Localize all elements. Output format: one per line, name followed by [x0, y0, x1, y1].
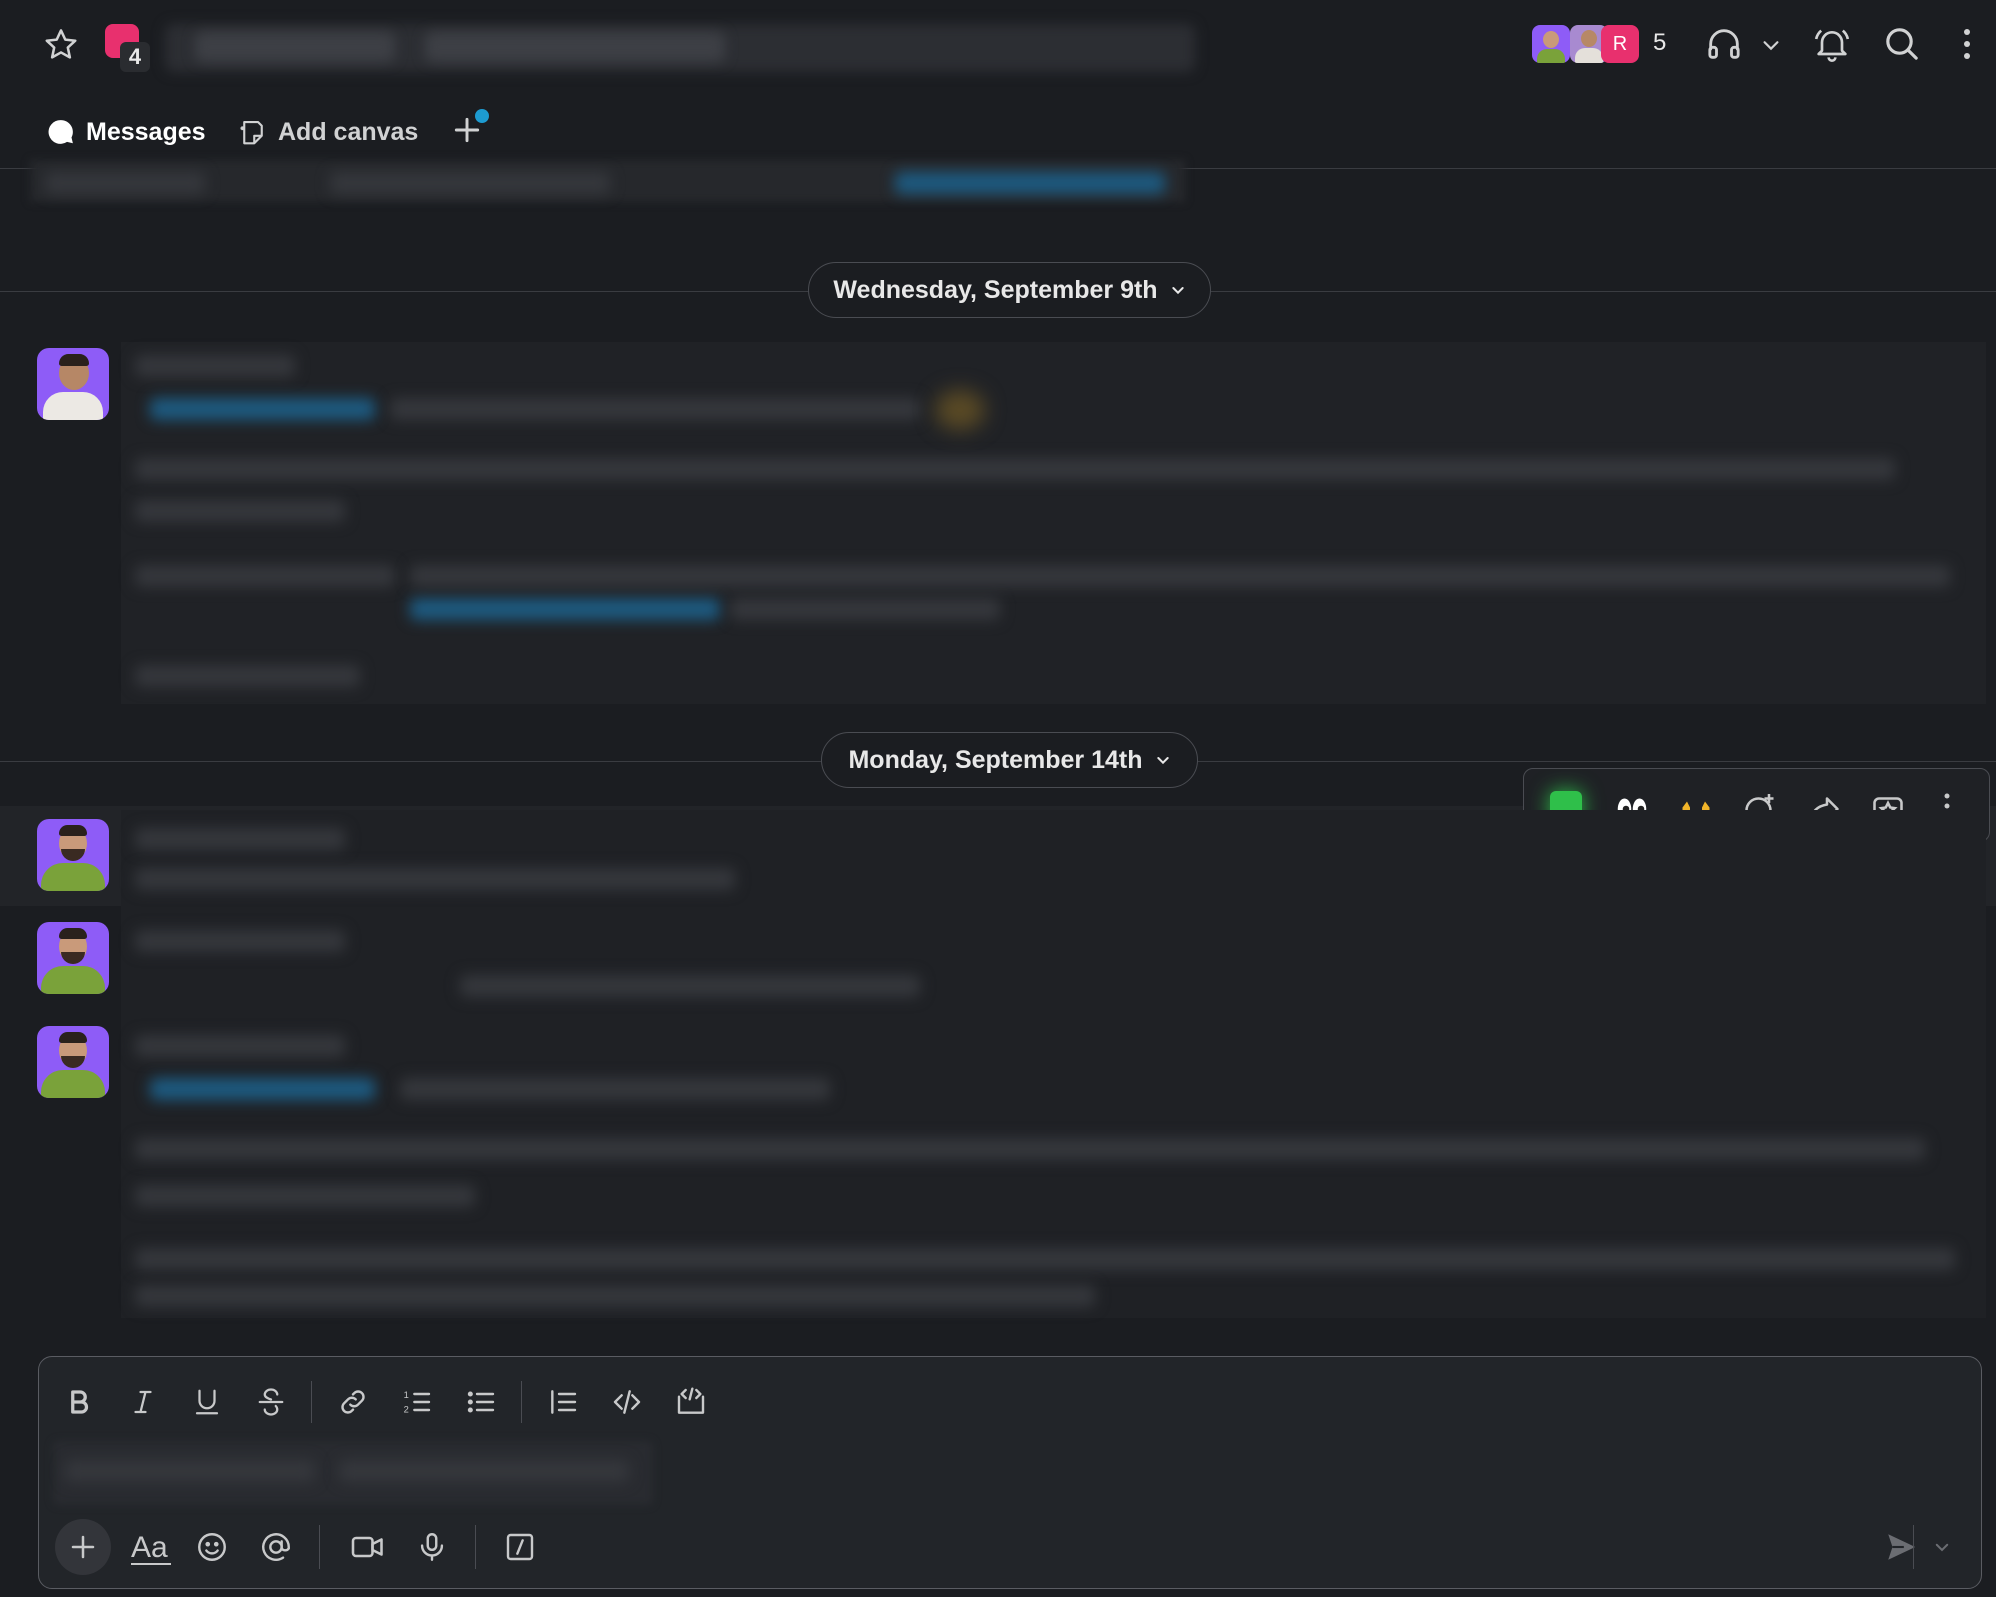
underline-icon[interactable]: [187, 1382, 227, 1422]
link-icon[interactable]: [333, 1382, 373, 1422]
code-block-icon[interactable]: [671, 1382, 711, 1422]
channel-tabs: Messages Add canvas: [0, 92, 1996, 169]
bold-icon[interactable]: [59, 1382, 99, 1422]
day-divider-monday[interactable]: Monday, September 14th: [821, 732, 1198, 788]
avatar[interactable]: [37, 819, 109, 891]
star-icon[interactable]: [42, 26, 80, 64]
day-divider-label: Monday, September 14th: [848, 745, 1143, 774]
avatar[interactable]: [37, 1026, 109, 1098]
video-icon[interactable]: [348, 1527, 388, 1567]
microphone-icon[interactable]: [412, 1527, 452, 1567]
search-icon[interactable]: [1882, 24, 1922, 64]
message-composer: 12 Aa: [38, 1356, 1982, 1589]
bulleted-list-icon[interactable]: [461, 1382, 501, 1422]
headphones-icon[interactable]: [1704, 24, 1744, 64]
send-icon[interactable]: [1881, 1527, 1921, 1567]
chevron-down-icon[interactable]: [1929, 1527, 1955, 1567]
mention-icon[interactable]: [256, 1527, 296, 1567]
member-avatar-initial[interactable]: R: [1601, 25, 1639, 63]
code-icon[interactable]: [607, 1382, 647, 1422]
tab-messages[interactable]: Messages: [46, 112, 206, 152]
message-content-redacted: [121, 342, 1986, 704]
chevron-down-icon[interactable]: [1760, 34, 1782, 56]
plus-icon: [68, 1532, 98, 1562]
day-divider-wednesday[interactable]: Wednesday, September 9th: [808, 262, 1211, 318]
bell-icon[interactable]: [1812, 24, 1852, 64]
avatar[interactable]: [37, 348, 109, 420]
chevron-down-icon: [1155, 752, 1171, 768]
member-count[interactable]: 5: [1653, 29, 1666, 57]
slash-command-icon[interactable]: [500, 1527, 540, 1567]
chevron-down-icon: [1170, 282, 1186, 298]
channel-header: 4 R 5: [0, 0, 1996, 92]
new-indicator-dot: [475, 109, 489, 123]
message-bubble-icon: [46, 117, 76, 147]
workspace-badge-count: 4: [120, 42, 150, 72]
tab-add-canvas-label: Add canvas: [278, 117, 419, 146]
attach-button[interactable]: [55, 1519, 111, 1575]
tab-add-canvas[interactable]: Add canvas: [238, 112, 418, 152]
svg-text:2: 2: [404, 1405, 409, 1415]
blockquote-icon[interactable]: [543, 1382, 583, 1422]
emoji-icon[interactable]: [192, 1527, 232, 1567]
strikethrough-icon[interactable]: [251, 1382, 291, 1422]
ordered-list-icon[interactable]: 12: [397, 1382, 437, 1422]
formatting-aa-icon[interactable]: Aa: [127, 1527, 175, 1567]
italic-icon[interactable]: [123, 1382, 163, 1422]
day-divider-label: Wednesday, September 9th: [833, 275, 1158, 304]
member-avatar[interactable]: [1532, 25, 1570, 63]
avatar[interactable]: [37, 922, 109, 994]
svg-text:1: 1: [404, 1390, 409, 1400]
tab-messages-label: Messages: [86, 117, 206, 146]
canvas-icon: [238, 117, 268, 147]
svg-text:Aa: Aa: [131, 1531, 168, 1564]
more-vertical-icon[interactable]: [1960, 26, 1974, 62]
